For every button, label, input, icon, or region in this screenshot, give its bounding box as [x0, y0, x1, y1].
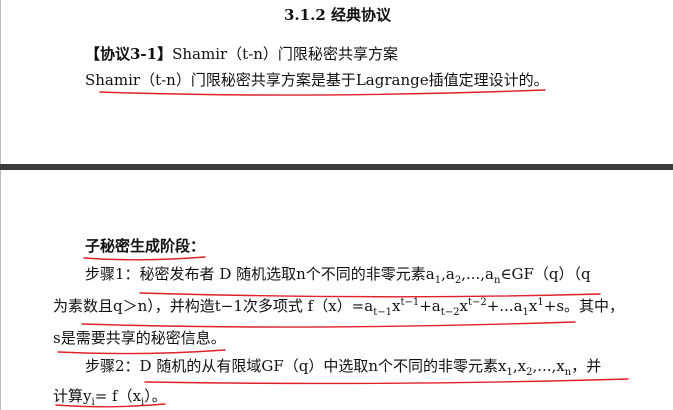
- step1-text-line1: 秘密发布者 D 随机选取n个不同的非零元素a1,a2,...,an∈GF（q）（…: [139, 265, 591, 286]
- document-page-upper: 3.1.2 经典协议 【协议3-1】Shamir（t-n）门限秘密共享方案 Sh…: [0, 0, 673, 164]
- step1-text-line3: s是需要共享的秘密信息。: [53, 329, 226, 347]
- protocol-name: Shamir（t-n）门限秘密共享方案: [172, 45, 398, 63]
- subkey-section-title: 子秘密生成阶段：: [85, 237, 206, 255]
- protocol-title-line: 【协议3-1】Shamir（t-n）门限秘密共享方案: [85, 43, 398, 64]
- step1-label: 步骤1：: [85, 265, 140, 283]
- section-heading: 3.1.2 经典协议: [284, 6, 391, 24]
- protocol-tag: 【协议3-1】: [85, 45, 173, 63]
- document-page-lower: 子秘密生成阶段： 步骤1：秘密发布者 D 随机选取n个不同的非零元素a1,a2,…: [0, 170, 673, 410]
- step2-text-line2: 计算yi= f（xi）。: [53, 387, 167, 408]
- step1-text-line2: 为素数且q＞n），并构造t−1次多项式 f（x）=at−1xt−1+at−2xt…: [53, 297, 625, 318]
- protocol-description: Shamir（t-n）门限秘密共享方案是基于Lagrange插值定理设计的。: [85, 71, 549, 89]
- step2-label: 步骤2：: [85, 357, 140, 375]
- step2-line1: 步骤2：D 随机的从有限域GF（q）中选取n个不同的非零元素x1,x2,...,…: [85, 355, 601, 378]
- step2-text-line1: D 随机的从有限域GF（q）中选取n个不同的非零元素x1,x2,...,xn，并: [139, 357, 602, 378]
- step1-line1: 步骤1：秘密发布者 D 随机选取n个不同的非零元素a1,a2,...,an∈GF…: [85, 263, 591, 286]
